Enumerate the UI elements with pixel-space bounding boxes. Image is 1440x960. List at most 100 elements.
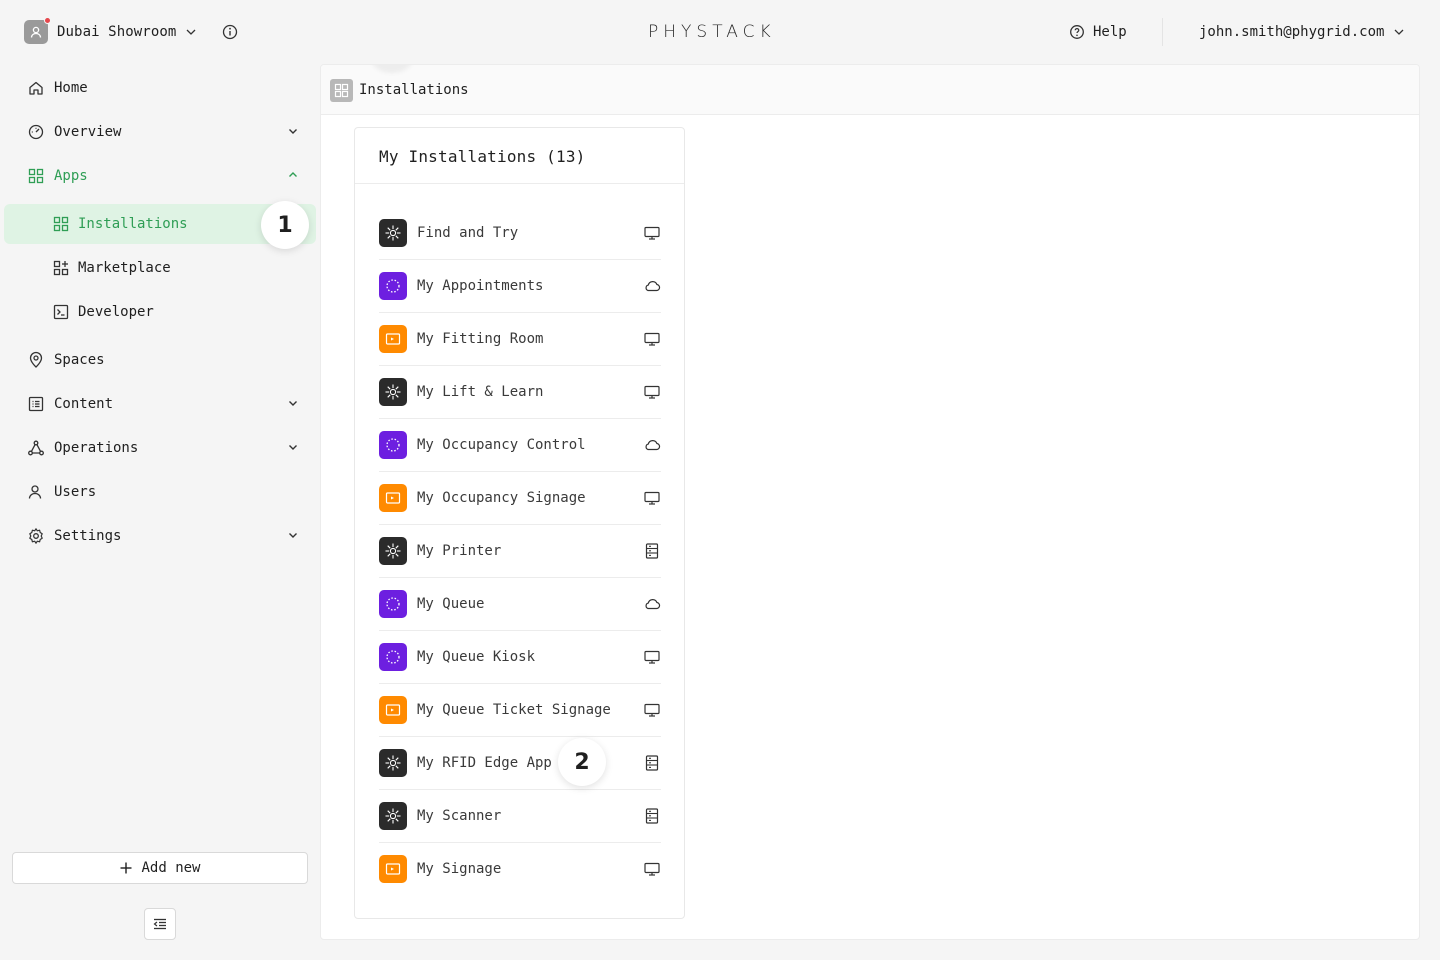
installation-row[interactable]: My Queue (379, 578, 661, 631)
cursor-shadow (371, 65, 413, 73)
installation-name: My Lift & Learn (417, 384, 544, 400)
sidebar-item-label: Installations (78, 216, 188, 232)
installation-row[interactable]: My RFID Edge App (379, 737, 661, 790)
sidebar-item-operations[interactable]: Operations (4, 428, 316, 468)
notification-dot (44, 17, 51, 24)
chevron-down-icon (289, 445, 297, 450)
collapse-sidebar-button[interactable] (144, 908, 176, 940)
sidebar: Home Overview Apps Installations Marketp… (0, 64, 320, 960)
step-badge-1: 1 (261, 201, 309, 249)
installation-row[interactable]: My Occupancy Signage (379, 472, 661, 525)
terminal-icon (53, 304, 69, 320)
installation-row[interactable]: My Printer (379, 525, 661, 578)
sidebar-item-users[interactable]: Users (4, 472, 316, 512)
home-icon (29, 81, 43, 95)
installation-name: My Occupancy Signage (417, 490, 586, 506)
list-icon (28, 396, 44, 412)
help-icon (1070, 25, 1084, 39)
sidebar-item-settings[interactable]: Settings (4, 516, 316, 556)
card-title: My Installations (13) (379, 147, 586, 166)
installation-name: My RFID Edge App (417, 755, 552, 771)
app-icon (379, 219, 407, 247)
add-new-label: Add new (141, 860, 201, 876)
installation-name: My Scanner (417, 808, 502, 824)
installation-row[interactable]: My Queue Ticket Signage (379, 684, 661, 737)
step-badge-2: 2 (558, 738, 606, 786)
sidebar-item-label: Settings (54, 528, 122, 544)
installation-name: My Appointments (417, 278, 544, 294)
add-new-button[interactable]: Add new (12, 852, 308, 884)
chevron-down-icon (1394, 29, 1404, 35)
user-menu[interactable]: john.smith@phygrid.com (1199, 22, 1405, 42)
installation-name: My Fitting Room (417, 331, 544, 347)
chevron-down-icon (186, 29, 196, 35)
map-pin-icon (29, 351, 43, 368)
sidebar-item-marketplace[interactable]: Marketplace (4, 248, 316, 288)
cloud-icon (643, 436, 661, 454)
logo: PHYSTACK (648, 22, 776, 42)
server-icon (643, 542, 661, 560)
sidebar-item-label: Users (54, 484, 97, 500)
sidebar-item-home[interactable]: Home (4, 68, 316, 108)
monitor-icon (643, 701, 661, 719)
monitor-icon (643, 330, 661, 348)
installation-row[interactable]: My Signage (379, 843, 661, 896)
installation-row[interactable]: My Fitting Room (379, 313, 661, 366)
info-icon[interactable] (221, 23, 239, 41)
plus-icon (120, 862, 132, 874)
installation-row[interactable]: My Appointments (379, 260, 661, 313)
monitor-icon (643, 489, 661, 507)
sidebar-item-label: Marketplace (78, 260, 171, 276)
installations-card: My Installations (13) Find and Try My App… (354, 127, 685, 919)
installation-row[interactable]: My Occupancy Control (379, 419, 661, 472)
app-icon (379, 802, 407, 830)
app-icon (379, 272, 407, 300)
top-bar: Dubai Showroom PHYSTACK Help john.smith@… (0, 0, 1440, 64)
installation-row[interactable]: My Lift & Learn (379, 366, 661, 419)
app-icon (379, 537, 407, 565)
sidebar-item-overview[interactable]: Overview (4, 112, 316, 152)
divider (1162, 18, 1163, 46)
user-icon (30, 26, 42, 38)
org-switcher[interactable]: Dubai Showroom (24, 17, 197, 44)
sidebar-item-spaces[interactable]: Spaces (4, 340, 316, 380)
app-icon (379, 643, 407, 671)
app-icon (379, 696, 407, 724)
app-icon (379, 378, 407, 406)
installation-row[interactable]: My Scanner (379, 790, 661, 843)
help-button[interactable]: Help (1069, 22, 1127, 42)
monitor-icon (643, 860, 661, 878)
grid-icon (330, 79, 353, 102)
chevron-down-icon (289, 129, 297, 134)
installation-row[interactable]: My Queue Kiosk (379, 631, 661, 684)
monitor-icon (643, 224, 661, 242)
app-icon (379, 325, 407, 353)
sidebar-item-label: Home (54, 80, 88, 96)
grid-icon (28, 168, 44, 184)
chevron-down-icon (289, 533, 297, 538)
monitor-icon (643, 383, 661, 401)
installation-name: My Queue Ticket Signage (417, 702, 611, 718)
app-icon (379, 484, 407, 512)
app-icon (379, 855, 407, 883)
gear-icon (29, 528, 43, 544)
installation-row[interactable]: Find and Try (379, 207, 661, 260)
installation-name: Find and Try (417, 225, 519, 241)
app-icon (379, 431, 407, 459)
sidebar-item-apps[interactable]: Apps (4, 156, 316, 196)
org-name: Dubai Showroom (57, 24, 177, 40)
sidebar-item-developer[interactable]: Developer (4, 292, 316, 332)
page-header: Installations (321, 65, 1419, 115)
app-icon (379, 590, 407, 618)
page-title: Installations (359, 82, 469, 98)
user-icon (28, 485, 42, 499)
server-icon (643, 807, 661, 825)
sidebar-item-content[interactable]: Content (4, 384, 316, 424)
chevron-down-icon (289, 401, 297, 406)
user-email: john.smith@phygrid.com (1199, 24, 1385, 40)
grid-plus-icon (53, 260, 69, 276)
sidebar-item-label: Developer (78, 304, 154, 320)
installation-name: My Printer (417, 543, 502, 559)
sidebar-item-label: Overview (54, 124, 122, 140)
org-avatar (24, 17, 51, 44)
